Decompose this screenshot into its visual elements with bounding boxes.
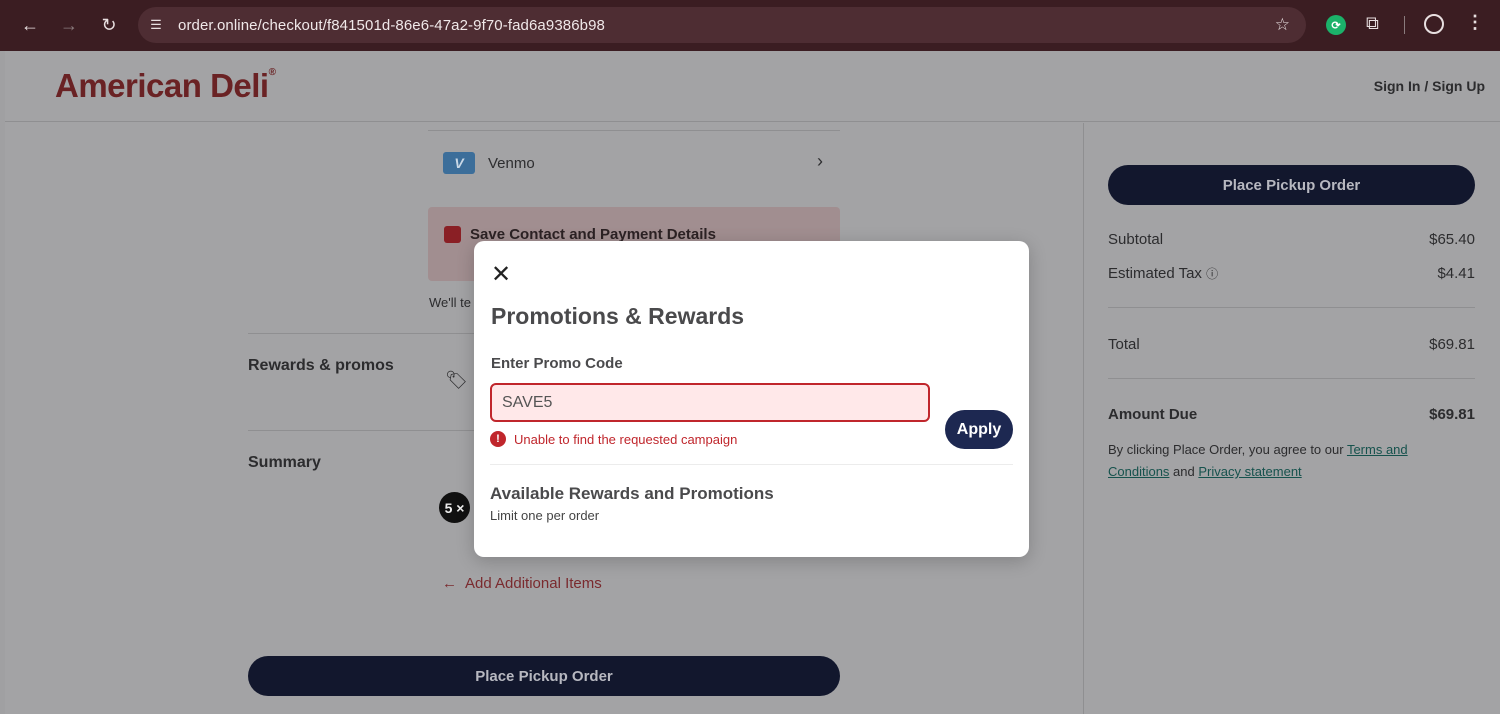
amount-due-row: Amount Due $69.81 <box>1108 406 1475 423</box>
tax-row: Estimated Tax ⓘ $4.41 <box>1108 265 1475 282</box>
site-info-icon[interactable]: ☰ <box>146 15 166 35</box>
url-text[interactable]: order.online/checkout/f841501d-86e6-47a2… <box>178 17 605 34</box>
apply-button[interactable]: Apply <box>945 410 1013 449</box>
site-header: American Deli® Sign In / Sign Up <box>5 51 1500 122</box>
extension-green-icon[interactable]: ⟳ <box>1326 15 1346 35</box>
rewards-section-label: Rewards & promos <box>248 357 394 374</box>
back-arrow-icon[interactable]: ← <box>18 13 42 37</box>
promotions-modal: ✕ Promotions & Rewards Enter Promo Code … <box>474 241 1029 557</box>
reload-icon[interactable]: ↻ <box>97 13 121 37</box>
error-icon: ! <box>490 431 506 447</box>
kebab-menu-icon[interactable]: ⋮ <box>1466 12 1484 33</box>
agreement-text: By clicking Place Order, you agree to ou… <box>1108 439 1448 483</box>
subtotal-value: $65.40 <box>1429 231 1475 248</box>
error-text: Unable to find the requested campaign <box>514 431 738 447</box>
divider <box>428 130 840 131</box>
agree-prefix: By clicking Place Order, you agree to ou… <box>1108 442 1347 457</box>
agree-and: and <box>1169 464 1199 479</box>
subtotal-label: Subtotal <box>1108 231 1164 248</box>
total-value: $69.81 <box>1429 336 1475 353</box>
venmo-label: Venmo <box>488 154 535 172</box>
puzzle-icon[interactable]: ⧉ <box>1366 13 1379 34</box>
info-icon[interactable]: ⓘ <box>1206 267 1218 281</box>
promo-code-label: Enter Promo Code <box>491 355 623 372</box>
toolbar-divider <box>1404 16 1405 34</box>
add-items-label: Add Additional Items <box>465 575 602 592</box>
promo-code-input[interactable] <box>490 383 930 422</box>
amount-due-label: Amount Due <box>1108 406 1198 423</box>
contact-note: We'll te <box>429 295 471 310</box>
available-rewards-subtitle: Limit one per order <box>490 508 600 523</box>
forward-arrow-icon[interactable]: → <box>57 13 81 37</box>
arrow-left-icon: ← <box>442 575 457 592</box>
total-row: Total $69.81 <box>1108 336 1475 353</box>
divider <box>1108 378 1475 379</box>
venmo-option[interactable]: V Venmo › <box>443 149 823 177</box>
total-label: Total <box>1108 336 1140 353</box>
add-additional-items-link[interactable]: ← Add Additional Items <box>442 575 602 592</box>
logo-text: American Deli <box>55 67 269 104</box>
promo-error: ! Unable to find the requested campaign <box>490 431 737 447</box>
privacy-link[interactable]: Privacy statement <box>1198 464 1301 479</box>
chevron-right-icon: › <box>817 151 823 171</box>
close-icon[interactable]: ✕ <box>491 263 511 287</box>
tag-icon: 🏷 <box>445 370 468 390</box>
quantity-badge: 5 × <box>439 492 470 523</box>
browser-toolbar: ← → ↻ ☰ order.online/checkout/f841501d-8… <box>0 0 1500 51</box>
save-details-checkbox[interactable] <box>444 226 461 243</box>
modal-divider <box>490 464 1013 465</box>
divider <box>1108 307 1475 308</box>
summary-section-label: Summary <box>248 454 321 471</box>
signin-link[interactable]: Sign In / Sign Up <box>1374 78 1485 94</box>
logo-mark: ® <box>268 67 276 78</box>
amount-due-value: $69.81 <box>1429 406 1475 423</box>
place-pickup-order-button-top[interactable]: Place Pickup Order <box>1108 165 1475 205</box>
american-deli-logo[interactable]: American Deli® <box>55 67 276 105</box>
subtotal-row: Subtotal $65.40 <box>1108 231 1475 248</box>
modal-title: Promotions & Rewards <box>491 303 745 329</box>
place-pickup-order-button[interactable]: Place Pickup Order <box>248 656 840 696</box>
tax-value: $4.41 <box>1437 265 1475 282</box>
venmo-icon: V <box>443 152 475 174</box>
available-rewards-title: Available Rewards and Promotions <box>490 484 774 503</box>
order-summary-panel: Place Pickup Order Subtotal $65.40 Estim… <box>1083 123 1500 714</box>
address-bar[interactable]: ☰ order.online/checkout/f841501d-86e6-47… <box>138 7 1306 43</box>
profile-icon[interactable] <box>1424 14 1444 34</box>
tax-label: Estimated Tax <box>1108 265 1202 282</box>
bookmark-star-icon[interactable]: ☆ <box>1275 15 1290 35</box>
